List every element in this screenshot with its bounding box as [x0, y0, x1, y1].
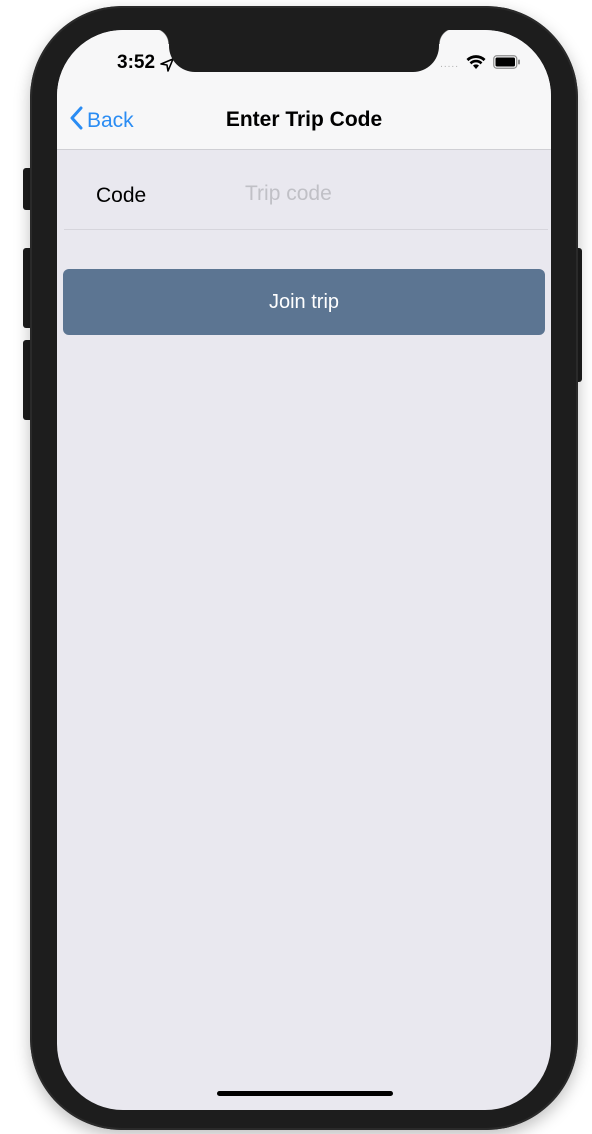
battery-icon	[493, 55, 521, 74]
row-divider	[64, 229, 548, 230]
join-trip-button[interactable]: Join trip	[63, 269, 545, 335]
code-field-label: Code	[96, 184, 147, 207]
code-form-row: Code	[57, 150, 551, 230]
join-trip-button-label: Join trip	[268, 290, 340, 313]
home-indicator[interactable]	[217, 1091, 393, 1096]
page-title: Enter Trip Code	[225, 108, 383, 131]
trip-code-input[interactable]	[245, 178, 525, 210]
wifi-icon	[466, 54, 486, 75]
status-time: 3:52	[117, 52, 174, 74]
notch	[153, 30, 455, 72]
status-icons: .....	[440, 54, 521, 75]
device-stage: 3:52 ..... Back Enter Trip Code Code Tri…	[0, 0, 592, 1134]
screen: 3:52 ..... Back Enter Trip Code Code Tri…	[57, 30, 551, 1110]
signal-dots-icon: .....	[440, 59, 459, 70]
status-time-label: 3:52	[117, 52, 156, 73]
phone-frame: 3:52 ..... Back Enter Trip Code Code Tri…	[30, 6, 578, 1130]
